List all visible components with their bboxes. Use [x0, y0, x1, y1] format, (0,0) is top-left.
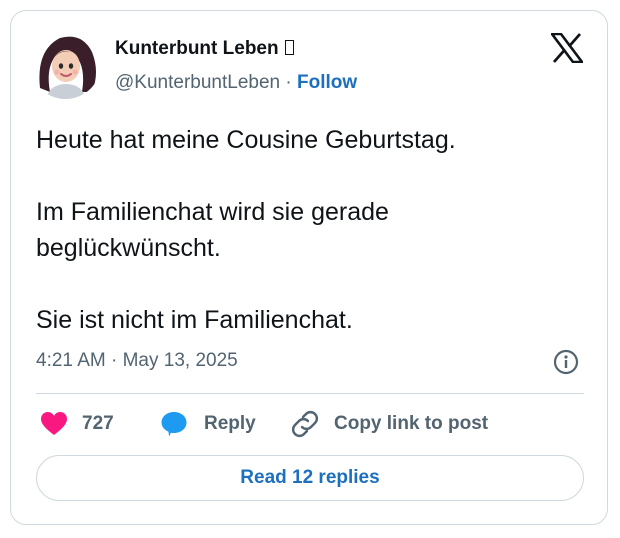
emoji-placeholder-icon: [284, 40, 294, 55]
author-handle[interactable]: @KunterbuntLeben: [115, 72, 280, 93]
tweet-paragraph: Sie ist nicht im Familienchat.: [36, 306, 353, 334]
tweet-paragraph: Heute hat meine Cousine Geburtstag.: [36, 126, 456, 154]
avatar[interactable]: [30, 28, 101, 99]
tweet-timestamp[interactable]: 4:21 AM · May 13, 2025: [36, 350, 238, 372]
author-name[interactable]: Kunterbunt Leben: [115, 38, 294, 60]
like-count: 727: [82, 413, 114, 434]
copy-link-label: Copy link to post: [334, 413, 489, 434]
tweet-text: Heute hat meine Cousine Geburtstag. Im F…: [36, 122, 576, 338]
x-logo-icon[interactable]: [549, 32, 585, 64]
divider: [36, 393, 584, 394]
read-replies-button[interactable]: Read 12 replies: [36, 455, 584, 501]
like-button[interactable]: 727: [40, 408, 114, 440]
reply-button[interactable]: Reply: [160, 408, 256, 440]
follow-button[interactable]: Follow: [297, 72, 357, 93]
author-display-name[interactable]: Kunterbunt Leben: [115, 38, 279, 59]
info-icon[interactable]: [553, 349, 579, 375]
handle-separator: ·: [285, 72, 292, 93]
reply-label: Reply: [204, 413, 256, 434]
action-bar: 727 Reply Copy link to post: [36, 408, 584, 440]
heart-icon: [40, 411, 68, 437]
copy-link-button[interactable]: Copy link to post: [290, 408, 488, 440]
link-icon: [290, 409, 320, 439]
author-handle-row: @KunterbuntLeben · Follow: [115, 72, 357, 94]
tweet-paragraph: Im Familienchat wird sie gerade beglückw…: [36, 198, 389, 262]
reply-bubble-icon: [160, 410, 188, 438]
